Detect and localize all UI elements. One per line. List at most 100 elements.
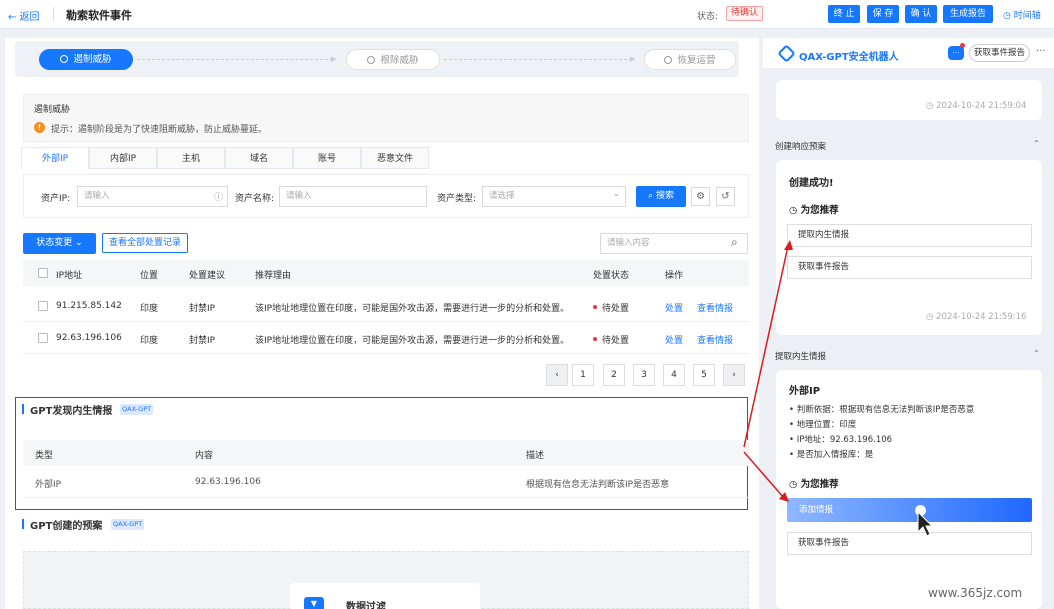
status-change-label: 状态变更 [36,238,73,248]
filter-icon: ▼ [304,597,324,609]
external-ip-title: 外部IP [789,386,821,397]
col-description: 描述 [526,451,545,461]
robot-title: QAX-GPT安全机器人 [799,52,899,63]
tab-malicious-file[interactable]: 恶意文件 [361,147,429,169]
divider [53,7,54,21]
tab-account[interactable]: 账号 [293,147,361,169]
timeline-link[interactable]: ◷ 时间轴 [1003,8,1041,21]
view-intel-link[interactable]: 查看情报 [697,333,733,346]
dispose-link[interactable]: 处置 [665,333,683,346]
chevron-up-icon[interactable]: ⌃ [1033,349,1040,358]
tab-internal-ip[interactable]: 内部IP [89,147,157,169]
col-reason: 推荐理由 [255,271,292,281]
step-connector [444,59,632,60]
notification-dot [960,43,965,48]
status-change-button[interactable]: 状态变更 ⌄ [23,233,96,254]
circle-icon [60,55,69,63]
row-checkbox[interactable] [38,333,48,343]
bullet-text: 地理位置：印度 [796,420,857,430]
back-link[interactable]: ← 返回 [8,8,40,23]
timestamp-text: 2024-10-24 21:59:16 [936,312,1027,322]
intel-table-header: 类型 内容 描述 [23,440,749,466]
gpt-intel-title: GPT发现内生情报 [30,406,113,417]
step-connector [137,59,333,60]
table-search-input[interactable]: 请输入内容 [600,233,748,254]
reset-button[interactable]: ↺ [716,187,735,206]
generate-report-button[interactable]: 生成报告 [943,5,993,23]
cell-suggestion: 封禁IP [189,336,216,346]
view-intel-link[interactable]: 查看情报 [697,301,733,314]
search-button[interactable]: ⌕ 搜索 [636,186,686,207]
col-actions: 操作 [665,271,684,281]
extract-intel-button[interactable]: 提取内生情报 [787,224,1032,247]
filter-bar: 资产IP: 请输入 ⓘ 资产名称: 请输入 资产类型: 请选择 ⌄ ⌕ 搜索 ⚙… [23,174,749,218]
gpt-badge: QAX-GPT [120,404,154,415]
col-location: 位置 [140,271,159,281]
cell-reason: 该IP地址地理位置在印度，可能是国外攻击源，需要进行进一步的分析和处置。 [255,304,570,314]
table-header: IP地址 位置 处置建议 推荐理由 处置状态 操作 [23,260,749,286]
circle-icon [664,56,673,64]
page-button-5[interactable]: 5 [693,364,715,386]
cell-status: 待处置 [593,301,629,314]
page-button-1[interactable]: 1 [572,364,594,386]
step-restore-operations[interactable]: 恢复运营 [644,49,736,70]
add-intel-button[interactable]: 添加情报 [787,498,1032,522]
page-button-3[interactable]: 3 [633,364,655,386]
get-report-button[interactable]: 获取事件报告 [787,532,1032,555]
step-contain-threat[interactable]: 遏制威胁 [39,49,133,70]
add-intel-label: 添加情报 [799,505,834,515]
asset-ip-label: 资产IP: [41,194,71,204]
asset-ip-input[interactable]: 请输入 [77,186,228,207]
page-button-4[interactable]: 4 [663,364,685,386]
cell-status: 待处置 [593,333,629,346]
cell-ip: 92.63.196.106 [56,333,122,343]
bullet-text: IP地址：92.63.196.106 [796,435,893,445]
settings-button[interactable]: ⚙ [691,187,710,206]
top-bar: ← 返回 勒索软件事件 状态: 待确认 终 止 保 存 确 认 生成报告 ◷ 时… [0,0,1054,29]
terminate-button[interactable]: 终 止 [828,5,860,23]
chevron-up-icon[interactable]: ⌃ [1033,139,1040,148]
col-ip: IP地址 [56,271,83,281]
save-button[interactable]: 保 存 [867,5,899,23]
arrow-right-icon: ▶ [331,55,337,63]
gpt-plan-title: GPT创建的预案 [30,521,103,532]
section-extract-intel: 提取内生情报 [775,352,827,362]
step-label: 遏制威胁 [73,54,112,65]
search-icon: ⌕ [648,191,656,201]
flow-node-data-filter[interactable]: ▼ 数据过滤 [290,583,480,609]
main-panel: 遏制威胁 ▶ 根除威胁 ▶ 恢复运营 遏制威胁 ! 提示：遏制阶段是为了快速阻断… [5,38,759,609]
get-report-button[interactable]: 获取事件报告 [787,256,1032,279]
tab-external-ip[interactable]: 外部IP [21,147,89,169]
prev-page-button[interactable]: ‹ [546,364,568,386]
cell-suggestion: 封禁IP [189,304,216,314]
next-page-button[interactable]: › [723,364,745,386]
bullet-add-to-library: • 是否加入情报库：是 [789,450,874,460]
col-type: 类型 [35,451,54,461]
dispose-link[interactable]: 处置 [665,301,683,314]
tab-domain[interactable]: 域名 [225,147,293,169]
cell-description: 根据现有信息无法判断该IP是否恶意 [526,480,670,490]
asset-type-select[interactable]: 请选择 [482,186,626,207]
get-report-button[interactable]: 获取事件报告 [969,44,1031,62]
row-checkbox[interactable] [38,301,48,311]
recommend-heading: ◷ 为您推荐 [789,202,839,216]
select-all-checkbox[interactable] [38,268,48,278]
more-icon[interactable]: ··· [1036,46,1046,57]
view-all-records-button[interactable]: 查看全部处置记录 [102,233,188,253]
flow-node-label: 数据过滤 [346,602,386,609]
step-eradicate-threat[interactable]: 根除威胁 [346,49,440,70]
chat-icon[interactable]: ··· [948,46,964,60]
tab-host[interactable]: 主机 [157,147,225,169]
gpt-badge: QAX-GPT [111,519,145,530]
asset-name-input[interactable]: 请输入 [279,186,427,207]
search-button-label: 搜索 [655,191,674,201]
bullet-location: • 地理位置：印度 [789,420,857,430]
search-icon[interactable]: ⌕ [731,235,738,250]
status-text: 待处置 [602,336,630,346]
page-button-2[interactable]: 2 [603,364,625,386]
recommend-text: 为您推荐 [800,205,839,216]
cell-reason: 该IP地址地理位置在印度，可能是国外攻击源，需要进行进一步的分析和处置。 [255,336,570,346]
clock-icon: ◷ [926,312,937,322]
confirm-button[interactable]: 确 认 [905,5,937,23]
col-content: 内容 [195,451,214,461]
